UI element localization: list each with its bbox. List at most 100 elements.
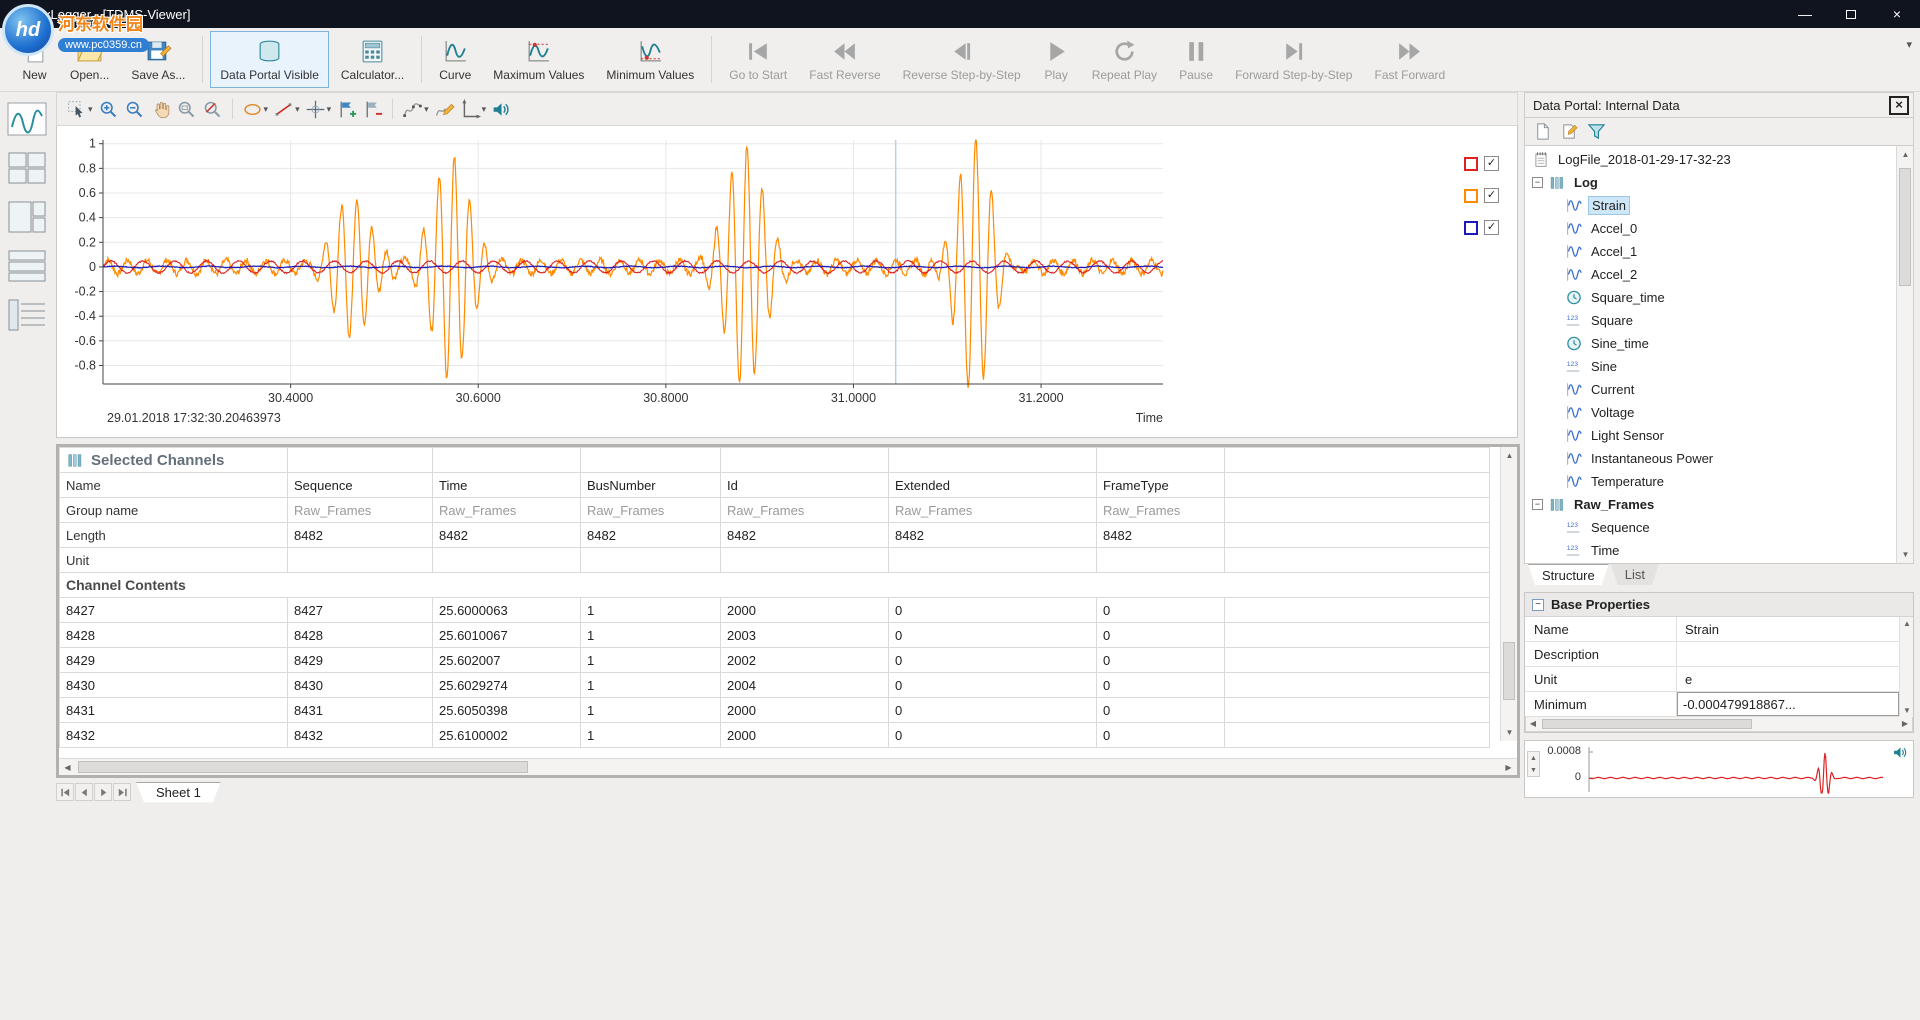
- cell[interactable]: FrameType: [1097, 473, 1225, 498]
- cell[interactable]: BusNumber: [581, 473, 721, 498]
- cell[interactable]: 8430: [288, 673, 433, 698]
- tree-item-strain[interactable]: Strain: [1525, 194, 1896, 217]
- cell[interactable]: Raw_Frames: [721, 498, 889, 523]
- cell[interactable]: 8427: [60, 598, 288, 623]
- table-row[interactable]: Unit: [60, 548, 1490, 573]
- next-sheet-button[interactable]: [94, 783, 112, 801]
- cell[interactable]: 8482: [288, 523, 433, 548]
- maximize-button[interactable]: [1828, 0, 1874, 28]
- cell[interactable]: [1097, 548, 1225, 573]
- previous-sheet-button[interactable]: [75, 783, 93, 801]
- scrollbar-thumb[interactable]: [1542, 719, 1752, 729]
- curve-visibility-checkbox[interactable]: ✓: [1484, 188, 1499, 203]
- ellipse-tool-button[interactable]: ▾: [241, 97, 270, 122]
- remove-flag-button[interactable]: [361, 97, 384, 122]
- property-value[interactable]: [1677, 642, 1913, 666]
- tree-item-log[interactable]: −Log: [1525, 171, 1896, 194]
- table-row[interactable]: 8427842725.60000631200000: [60, 598, 1490, 623]
- cell[interactable]: 0: [889, 623, 1097, 648]
- tree-item-square-time[interactable]: Square_time: [1525, 286, 1896, 309]
- curve-visibility-checkbox[interactable]: ✓: [1484, 156, 1499, 171]
- tree-item-light-sensor[interactable]: Light Sensor: [1525, 424, 1896, 447]
- collapse-icon[interactable]: −: [1532, 599, 1544, 611]
- cell[interactable]: 0: [889, 598, 1097, 623]
- toolbar-overflow-chevron[interactable]: ▾: [1906, 38, 1912, 51]
- scroll-right-arrow[interactable]: ▶: [1898, 717, 1912, 730]
- property-row[interactable]: Unit e: [1525, 667, 1913, 692]
- scroll-left-arrow[interactable]: ◀: [59, 759, 76, 776]
- property-row[interactable]: Minimum -0.000479918867...: [1525, 692, 1913, 717]
- table-row[interactable]: Length 8482 8482 8482 8482 8482 8482: [60, 523, 1490, 548]
- scroll-up-arrow[interactable]: ▲: [1900, 617, 1914, 630]
- cell[interactable]: 8482: [889, 523, 1097, 548]
- cell[interactable]: 0: [889, 648, 1097, 673]
- minimum-values-button[interactable]: Minimum Values: [596, 31, 704, 88]
- table-row[interactable]: 8429842925.6020071200200: [60, 648, 1490, 673]
- close-button[interactable]: ×: [1874, 0, 1920, 28]
- cell[interactable]: 8482: [433, 523, 581, 548]
- curve-edit-button[interactable]: [433, 97, 456, 122]
- tree-item-temperature[interactable]: Temperature: [1525, 470, 1896, 493]
- select-tool-button[interactable]: ▾: [65, 97, 94, 122]
- tree-item-partial[interactable]: 123: [1525, 562, 1896, 564]
- scroll-down-arrow[interactable]: ▼: [1897, 546, 1914, 563]
- curve-button[interactable]: Curve: [429, 31, 481, 88]
- cell[interactable]: 25.6010067: [433, 623, 581, 648]
- go-to-start-button[interactable]: Go to Start: [719, 31, 797, 88]
- cell[interactable]: 0: [1097, 623, 1225, 648]
- tree-item-instantaneous-power[interactable]: Instantaneous Power: [1525, 447, 1896, 470]
- cell[interactable]: Extended: [889, 473, 1097, 498]
- cell[interactable]: Raw_Frames: [889, 498, 1097, 523]
- layout-rows-button[interactable]: [7, 249, 49, 285]
- cell[interactable]: 25.602007: [433, 648, 581, 673]
- cell[interactable]: 1: [581, 698, 721, 723]
- table-row[interactable]: 8430843025.60292741200400: [60, 673, 1490, 698]
- cell[interactable]: 2000: [721, 723, 889, 748]
- tree-item-voltage[interactable]: Voltage: [1525, 401, 1896, 424]
- line-tool-button[interactable]: ▾: [272, 97, 301, 122]
- repeat-play-button[interactable]: Repeat Play: [1082, 31, 1167, 88]
- fast-forward-button[interactable]: Fast Forward: [1364, 31, 1455, 88]
- cell[interactable]: 2003: [721, 623, 889, 648]
- table-row[interactable]: 8432843225.61000021200000: [60, 723, 1490, 748]
- cell[interactable]: 2000: [721, 698, 889, 723]
- property-row[interactable]: Name Strain: [1525, 617, 1913, 642]
- properties-vertical-scrollbar[interactable]: ▲ ▼: [1899, 617, 1913, 717]
- tree-item-accel-0[interactable]: Accel_0: [1525, 217, 1896, 240]
- spin-up-icon[interactable]: ▲: [1530, 755, 1537, 762]
- table-row[interactable]: 8428842825.60100671200300: [60, 623, 1490, 648]
- tree-vertical-scrollbar[interactable]: ▲ ▼: [1896, 146, 1913, 563]
- zoom-off-button[interactable]: [201, 97, 224, 122]
- preview-chart[interactable]: [1587, 744, 1887, 796]
- cell[interactable]: 8428: [288, 623, 433, 648]
- cell[interactable]: 25.6029274: [433, 673, 581, 698]
- table-vertical-scrollbar[interactable]: ▲ ▼: [1500, 447, 1517, 741]
- tree-item-sequence[interactable]: 123Sequence: [1525, 516, 1896, 539]
- tree-item-sine-time[interactable]: Sine_time: [1525, 332, 1896, 355]
- tree-item-raw-frames[interactable]: −Raw_Frames: [1525, 493, 1896, 516]
- filter-icon[interactable]: [1587, 122, 1606, 141]
- pause-button[interactable]: Pause: [1169, 31, 1223, 88]
- sound-button[interactable]: [490, 97, 513, 122]
- crosshair-tool-button[interactable]: ▾: [304, 97, 333, 122]
- cell[interactable]: 25.6100002: [433, 723, 581, 748]
- main-chart[interactable]: 10.80.60.40.20-0.2-0.4-0.6-0.830.400030.…: [61, 128, 1261, 434]
- maximum-values-button[interactable]: Maximum Values: [483, 31, 594, 88]
- add-flag-button[interactable]: [335, 97, 358, 122]
- scrollbar-thumb[interactable]: [78, 761, 528, 773]
- tab-structure[interactable]: Structure: [1528, 564, 1609, 585]
- property-value[interactable]: -0.000479918867...: [1677, 692, 1899, 716]
- tree-item-sine[interactable]: 123Sine: [1525, 355, 1896, 378]
- cell[interactable]: 0: [889, 698, 1097, 723]
- cell[interactable]: Raw_Frames: [1097, 498, 1225, 523]
- data-portal-visible-button[interactable]: Data Portal Visible: [210, 31, 329, 88]
- zoom-in-button[interactable]: [97, 97, 120, 122]
- play-button[interactable]: Play: [1033, 31, 1080, 88]
- tree-item-time[interactable]: 123Time: [1525, 539, 1896, 562]
- tree-item-accel-2[interactable]: Accel_2: [1525, 263, 1896, 286]
- cell[interactable]: [581, 548, 721, 573]
- cell[interactable]: 1: [581, 648, 721, 673]
- scroll-right-arrow[interactable]: ▶: [1500, 759, 1517, 776]
- layout-grid-button[interactable]: [7, 151, 49, 187]
- scrollbar-thumb[interactable]: [1899, 168, 1911, 286]
